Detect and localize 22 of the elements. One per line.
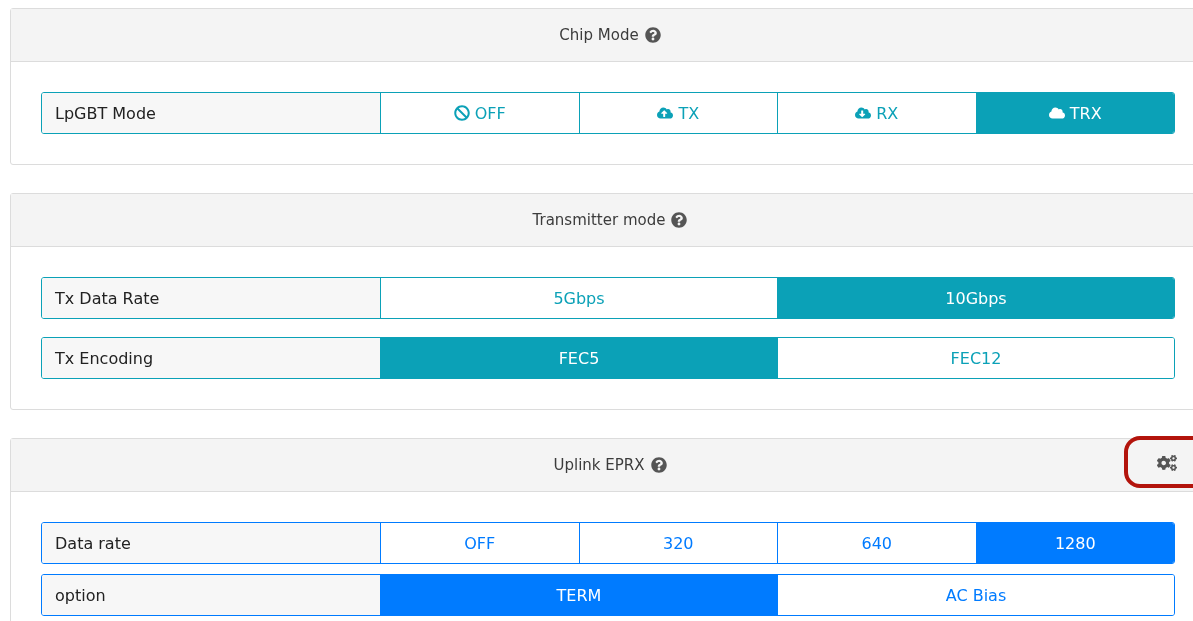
cloud-upload-icon — [657, 105, 674, 121]
panel-title: Chip Mode — [559, 26, 639, 44]
help-icon[interactable] — [644, 27, 661, 43]
row-label: LpGBT Mode — [42, 93, 380, 133]
row-label: Data rate — [42, 523, 380, 563]
row-label: Tx Encoding — [42, 338, 380, 378]
toggle-option[interactable]: 1280 — [975, 523, 1174, 563]
panel-title: Transmitter mode — [532, 211, 666, 229]
toggle-option[interactable]: 10Gbps — [777, 278, 1174, 318]
toggle-option[interactable]: AC Bias — [777, 575, 1174, 615]
help-icon[interactable] — [650, 457, 667, 473]
help-icon[interactable] — [671, 212, 688, 228]
cloud-download-icon — [855, 105, 872, 121]
cloud-icon — [1048, 105, 1065, 121]
toggle-option[interactable]: TERM — [380, 575, 777, 615]
ban-icon — [453, 105, 470, 121]
row-label: Tx Data Rate — [42, 278, 380, 318]
toggle-option[interactable]: TRX — [975, 93, 1174, 133]
row-label: option — [42, 575, 380, 615]
toggle-option[interactable]: FEC12 — [777, 338, 1174, 378]
toggle-option[interactable]: FEC5 — [380, 338, 777, 378]
panel-title: Uplink EPRX — [553, 456, 645, 474]
